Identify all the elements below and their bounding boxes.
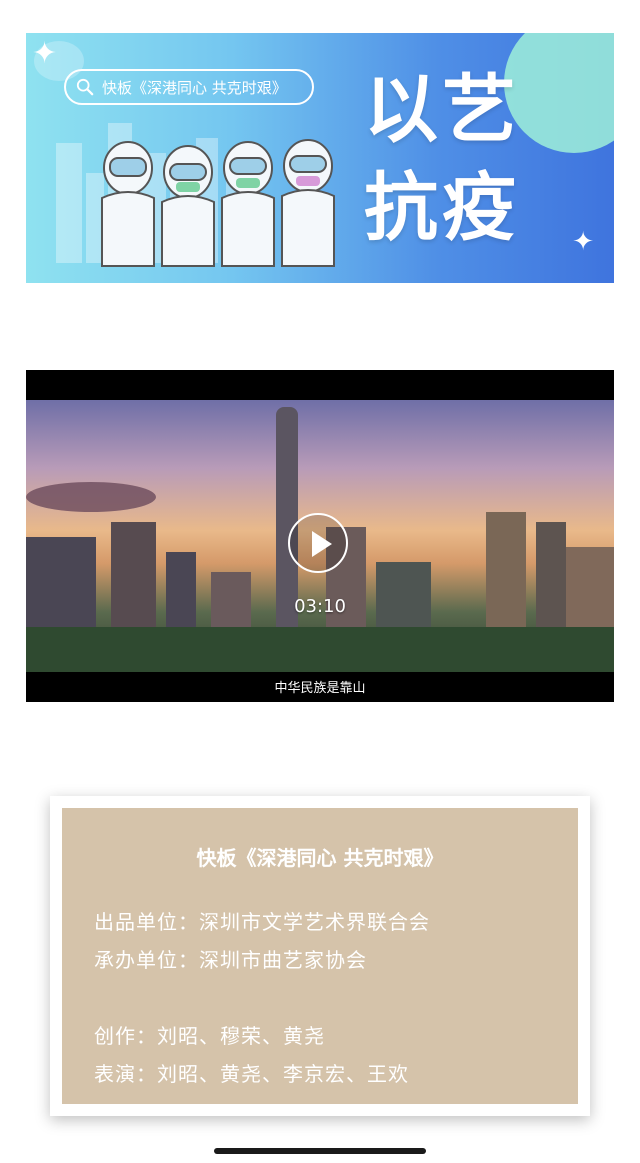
search-icon: [76, 78, 94, 96]
banner-title-line: 抗疫: [364, 165, 520, 251]
decor-cloud: [26, 482, 156, 512]
organizer-line: 承办单位：深圳市曲艺家协会: [94, 948, 367, 972]
card-title: 快板《深港同心 共克时艰》: [196, 846, 444, 870]
video-thumbnail[interactable]: 03:10: [26, 400, 614, 672]
star-icon: ✦: [32, 36, 58, 71]
play-button[interactable]: [288, 513, 348, 573]
performers-line: 表演：刘昭、黄尧、李京宏、王欢: [94, 1062, 409, 1086]
creators-line: 创作：刘昭、穆荣、黄尧: [94, 1024, 325, 1048]
video-duration: 03:10: [294, 596, 346, 617]
banner-title: 以艺 抗疫: [364, 61, 564, 257]
star-icon: ✦: [572, 227, 594, 257]
video-subtitle: 中华民族是靠山: [274, 681, 366, 696]
info-card: 快板《深港同心 共克时艰》 出品单位：深圳市文学艺术界联合会 承办单位：深圳市曲…: [50, 796, 590, 1116]
home-indicator[interactable]: [214, 1148, 426, 1154]
producer-line: 出品单位：深圳市文学艺术界联合会: [94, 910, 430, 934]
video-player[interactable]: 03:10 中华民族是靠山: [26, 370, 614, 702]
banner-image: ✦ ✦ 快板《深港同心 共克时艰》 以艺 抗疫: [26, 33, 614, 283]
banner-title-line: 以艺: [364, 67, 520, 153]
search-pill-text: 快板《深港同心 共克时艰》: [102, 78, 287, 97]
search-pill: 快板《深港同心 共克时艰》: [64, 69, 314, 105]
info-card-body: 快板《深港同心 共克时艰》 出品单位：深圳市文学艺术界联合会 承办单位：深圳市曲…: [62, 808, 578, 1104]
medical-workers-illustration: [96, 138, 356, 273]
